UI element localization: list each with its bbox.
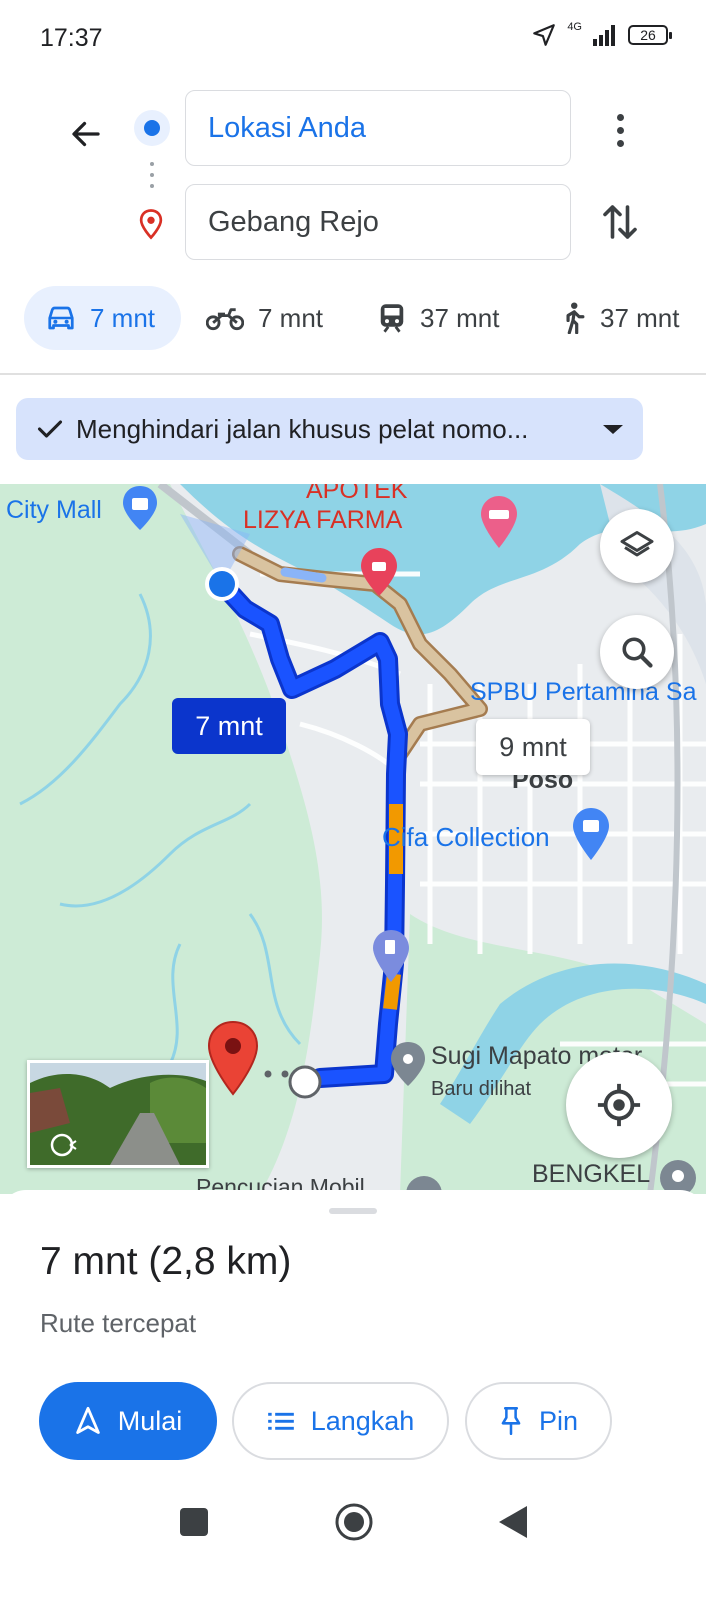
status-bar: 17:37 4G 26 bbox=[0, 0, 720, 78]
car-icon bbox=[48, 306, 74, 330]
route-eta-primary[interactable]: 7 mnt bbox=[172, 698, 286, 754]
header-divider bbox=[0, 373, 706, 375]
map-label-recently-viewed: Baru dilihat bbox=[431, 1078, 532, 1100]
more-options-button[interactable] bbox=[600, 106, 640, 154]
destination-marker-icon[interactable] bbox=[206, 1020, 260, 1098]
map-label-cifa-collection[interactable]: Cifa Collection bbox=[382, 822, 550, 853]
search-along-route-button[interactable] bbox=[600, 615, 674, 689]
check-icon bbox=[37, 420, 63, 438]
route-duration-distance: 7 mnt (2,8 km) bbox=[40, 1240, 292, 1283]
steps-button[interactable]: Langkah bbox=[232, 1382, 449, 1460]
dropdown-caret-icon bbox=[603, 425, 623, 434]
current-location-dot-icon bbox=[205, 567, 239, 601]
walking-icon bbox=[566, 302, 585, 334]
system-back-button[interactable] bbox=[497, 1504, 529, 1540]
map-label-city-mall[interactable]: City Mall bbox=[6, 496, 102, 525]
pharmacy-poi-icon[interactable] bbox=[358, 546, 400, 598]
tab-motorcycle[interactable]: 7 mnt bbox=[206, 286, 323, 350]
swap-locations-button[interactable] bbox=[596, 196, 644, 248]
map-label-spbu[interactable]: SPBU Pertamina Sa bbox=[470, 678, 697, 707]
destination-pin-icon bbox=[139, 209, 163, 240]
gas-station-poi-icon[interactable] bbox=[370, 928, 412, 984]
start-navigation-label: Mulai bbox=[117, 1405, 183, 1436]
repair-poi-icon[interactable] bbox=[658, 1158, 698, 1194]
tab-transit-time: 37 mnt bbox=[420, 302, 500, 333]
system-navigation-bar bbox=[0, 1490, 720, 1600]
route-details-sheet: 7 mnt (2,8 km) Rute tercepat Mulai Langk… bbox=[0, 1190, 706, 1490]
tab-walking-time: 37 mnt bbox=[600, 302, 680, 333]
route-description: Rute tercepat bbox=[40, 1308, 197, 1338]
route-connector bbox=[150, 162, 154, 195]
hotel-poi-icon[interactable] bbox=[478, 494, 520, 550]
route-options-text: Menghindari jalan khusus pelat nomo... bbox=[76, 413, 529, 444]
layers-icon bbox=[620, 531, 654, 557]
back-button[interactable] bbox=[60, 108, 112, 160]
pin-button[interactable]: Pin bbox=[465, 1382, 612, 1460]
battery-indicator: 26 bbox=[628, 25, 672, 45]
search-icon bbox=[622, 637, 653, 668]
steps-label: Langkah bbox=[310, 1405, 415, 1436]
network-type: 4G bbox=[567, 20, 582, 33]
tab-walking[interactable]: 37 mnt bbox=[560, 286, 680, 350]
map-label-bengkel[interactable]: BENGKEL bbox=[532, 1160, 650, 1189]
tab-driving[interactable]: 7 mnt bbox=[24, 286, 181, 350]
status-time: 17:37 bbox=[40, 24, 103, 52]
pin-label: Pin bbox=[538, 1405, 579, 1436]
sheet-drag-handle[interactable] bbox=[329, 1208, 377, 1214]
crosshair-icon bbox=[597, 1083, 641, 1127]
street-view-image bbox=[30, 1063, 206, 1165]
shopping-poi-icon[interactable] bbox=[570, 806, 612, 862]
route-options-chip[interactable]: Menghindari jalan khusus pelat nomo... bbox=[16, 398, 643, 460]
swap-vertical-icon bbox=[603, 205, 637, 239]
route-eta-alternate[interactable]: 9 mnt bbox=[476, 719, 590, 775]
motorcycle-icon bbox=[206, 308, 244, 331]
signal-icon bbox=[593, 25, 615, 46]
recent-place-poi-icon[interactable] bbox=[388, 1040, 428, 1088]
my-location-button[interactable] bbox=[566, 1052, 672, 1158]
travel-mode-tabs: 7 mnt 7 mnt 37 mnt 37 mnt bbox=[0, 286, 720, 350]
destination-input[interactable]: Gebang Rejo bbox=[185, 184, 571, 260]
navigation-arrow-icon bbox=[75, 1406, 100, 1434]
home-button[interactable] bbox=[334, 1502, 374, 1542]
map-label-lizya-farma[interactable]: LIZYA FARMA bbox=[243, 506, 402, 535]
map-view[interactable]: City Mall APOTEK LIZYA FARMA SPBU Pertam… bbox=[0, 484, 706, 1194]
map-label-apotek[interactable]: APOTEK bbox=[306, 484, 407, 505]
recent-apps-button[interactable] bbox=[180, 1508, 208, 1536]
location-arrow-icon bbox=[533, 24, 556, 46]
shopping-poi-icon[interactable] bbox=[120, 484, 160, 532]
layers-button[interactable] bbox=[600, 509, 674, 583]
train-icon bbox=[380, 304, 404, 333]
list-icon bbox=[267, 1412, 294, 1430]
tab-transit[interactable]: 37 mnt bbox=[378, 286, 500, 350]
pin-icon bbox=[501, 1407, 521, 1435]
start-navigation-button[interactable]: Mulai bbox=[39, 1382, 217, 1460]
status-icons: 4G 26 bbox=[531, 20, 672, 48]
origin-dot-icon bbox=[134, 110, 170, 146]
tab-motorcycle-time: 7 mnt bbox=[258, 302, 324, 333]
origin-input[interactable]: Lokasi Anda bbox=[185, 90, 571, 166]
arrow-back-icon bbox=[72, 121, 100, 147]
route-end-dot-icon bbox=[288, 1065, 322, 1099]
tab-driving-time: 7 mnt bbox=[90, 302, 156, 333]
street-view-thumbnail[interactable] bbox=[27, 1060, 209, 1168]
